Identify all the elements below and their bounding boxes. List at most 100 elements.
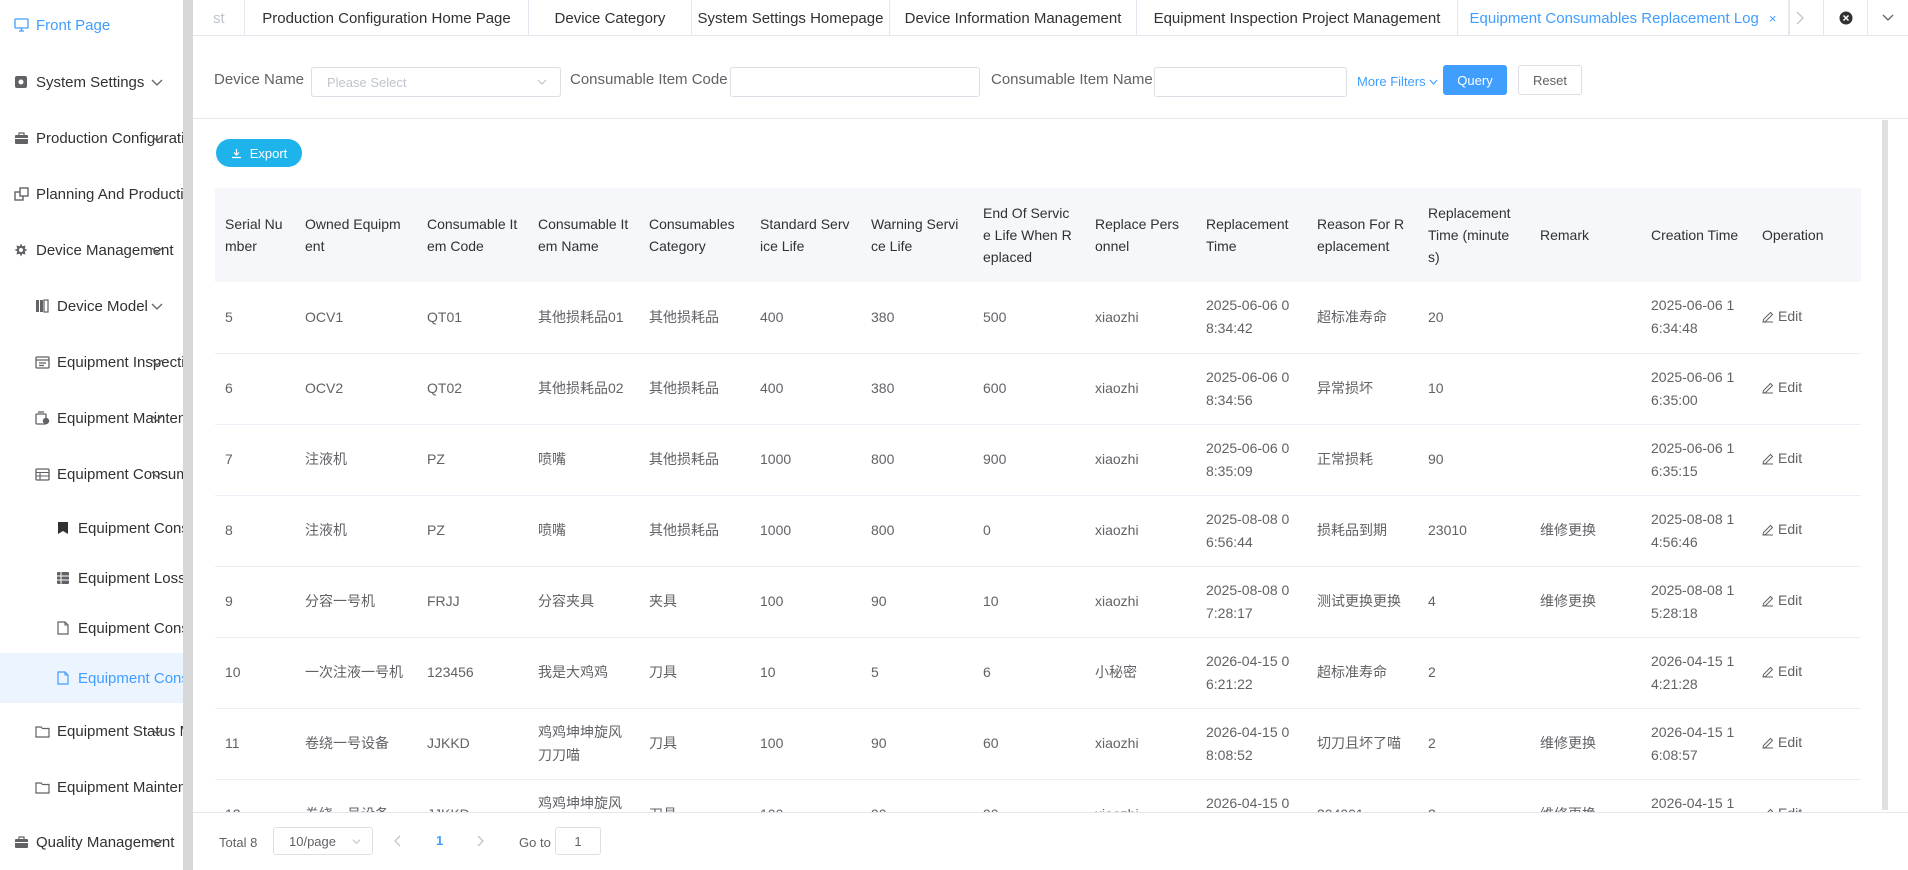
sidebar-item-equipment-status-management[interactable]: Equipment Status Management [0, 706, 183, 756]
sidebar-item-equipment-consumables[interactable]: Equipment Consumables [0, 503, 183, 553]
table-cell [1530, 353, 1641, 425]
tab-device-category[interactable]: Device Category [529, 0, 692, 36]
table-cell: xiaozhi [1085, 495, 1196, 567]
edit-button[interactable]: Edit [1762, 731, 1802, 754]
device-name-label: Device Name [214, 71, 305, 88]
table-cell: 2026-04-15 08:08:52 [1196, 708, 1307, 780]
item-code-input[interactable] [730, 67, 980, 97]
sidebar-item-label: Equipment Inspection [57, 353, 183, 371]
column-header: Replacement Time [1196, 188, 1307, 282]
sidebar-item-label: System Settings [36, 73, 145, 91]
edit-icon [1762, 382, 1774, 394]
table-cell [1530, 282, 1641, 354]
sidebar-scrollbar[interactable] [183, 0, 193, 870]
table-cell: 800 [861, 495, 973, 567]
sidebar-item-equipment-consumables[interactable]: Equipment Consumables [0, 449, 183, 499]
edit-button[interactable]: Edit [1762, 660, 1802, 683]
table-cell: 小秘密 [1085, 637, 1196, 709]
chevron-down-icon [151, 728, 163, 735]
consumables-log-table: Serial Number Owned Equipment Consumable I… [215, 188, 1861, 812]
edit-button[interactable]: Edit [1762, 802, 1802, 812]
page-number-current[interactable]: 1 [436, 833, 443, 848]
table-row: 7 注液机 PZ 喷嘴 其他损耗品 1000 800 900 xiaozhi 2025-06-06… [215, 424, 1861, 496]
table-cell: 其他损耗品 [639, 353, 750, 425]
pagination: Total 8 10/page 1 Go to 1 [193, 812, 1908, 870]
close-all-tabs-button[interactable] [1823, 0, 1867, 36]
edit-button[interactable]: Edit [1762, 376, 1802, 399]
item-name-input[interactable] [1154, 67, 1347, 97]
tab-scroll-right-button[interactable] [1789, 0, 1809, 36]
table-cell: 刀具 [639, 779, 750, 812]
table-cell: 2025-06-06 16:35:15 [1641, 424, 1752, 496]
edit-button[interactable]: Edit [1762, 589, 1802, 612]
table-cell: 0 [973, 495, 1085, 567]
table-cell: 维修更换 [1530, 779, 1641, 812]
column-header: Replacement Time (minutes) [1418, 188, 1530, 282]
sidebar-item-equipment-inspection[interactable]: Equipment Inspection [0, 337, 183, 387]
tab-label: Production Configuration Home Page [262, 9, 511, 27]
table-cell: 测试更换更换 [1307, 566, 1418, 638]
sidebar-item-front-page[interactable]: Front Page [0, 0, 183, 50]
goto-page-input[interactable]: 1 [555, 827, 601, 855]
table-cell: 刀具 [639, 637, 750, 709]
table-cell: 切刀且坏了喵 [1307, 708, 1418, 780]
chevron-down-icon [151, 359, 163, 366]
tab-production-configuration-home-page[interactable]: Production Configuration Home Page [245, 0, 529, 36]
table-cell: 2025-08-08 06:56:44 [1196, 495, 1307, 567]
export-button[interactable]: Export [216, 139, 302, 167]
sidebar-item-equipment-loss-items[interactable]: Equipment Loss Items [0, 553, 183, 603]
table-cell: 卷绕一号设备 [295, 708, 417, 780]
table-header-row: Serial Number Owned Equipment Consumable I… [215, 188, 1861, 282]
table-cell: 一次注液一号机 [295, 637, 417, 709]
briefcase-icon [13, 834, 29, 850]
tab-st[interactable]: st [193, 0, 245, 36]
table-cell: 100 [750, 779, 861, 812]
gear-icon [13, 242, 29, 258]
content-scrollbar[interactable] [1882, 120, 1888, 810]
tab-close-icon[interactable]: × [1769, 11, 1777, 26]
tab-menu-dropdown[interactable] [1867, 0, 1908, 36]
device-name-placeholder: Please Select [327, 74, 407, 90]
tab-equipment-consumables-replacement-log[interactable]: Equipment Consumables Replacement Log × [1458, 0, 1789, 36]
table-cell: 600 [973, 353, 1085, 425]
next-page-button[interactable] [475, 834, 485, 848]
tab-device-information-management[interactable]: Device Information Management [890, 0, 1137, 36]
column-header: Remark [1530, 188, 1641, 282]
sidebar-item-device-model[interactable]: Device Model [0, 281, 183, 331]
sidebar-item-label: Equipment Consumables [78, 519, 183, 537]
tab-system-settings-homepage[interactable]: System Settings Homepage [692, 0, 890, 36]
more-filters-link[interactable]: More Filters [1357, 74, 1438, 89]
briefcase-icon [13, 130, 29, 146]
sidebar-item-quality-management[interactable]: Quality Management [0, 817, 183, 867]
sidebar-item-equipment-consumables[interactable]: Equipment Consumables [0, 653, 183, 703]
edit-button[interactable]: Edit [1762, 518, 1802, 541]
sidebar-item-label: Planning And Production [36, 185, 183, 203]
sidebar-item-device-management[interactable]: Device Management [0, 225, 183, 275]
table-cell: 刀具 [639, 708, 750, 780]
page-size-select[interactable]: 10/page [273, 827, 373, 855]
prev-page-button[interactable] [393, 834, 403, 848]
table-cell: 10 [750, 637, 861, 709]
sidebar-item-equipment-maintenance[interactable]: Equipment Maintenance [0, 762, 183, 812]
table-cell: PZ [417, 495, 528, 567]
edit-icon [1762, 311, 1774, 323]
table-cell: 维修更换 [1530, 708, 1641, 780]
table-row: 12卷绕一号设备JJKKD鸡鸡坤坤旋风刀刀喵刀具1009090xiaozhi20… [215, 779, 1861, 812]
query-button[interactable]: Query [1443, 65, 1507, 95]
table-cell: 1000 [750, 424, 861, 496]
edit-button[interactable]: Edit [1762, 305, 1802, 328]
tab-equipment-inspection-project-management[interactable]: Equipment Inspection Project Management [1137, 0, 1458, 36]
reset-button[interactable]: Reset [1518, 65, 1582, 95]
chevron-down-icon [151, 839, 163, 846]
sidebar-item-equipment-maintenance[interactable]: Equipment Maintenance [0, 393, 183, 443]
sidebar-item-system-settings[interactable]: System Settings [0, 57, 183, 107]
goto-label: Go to [519, 835, 551, 850]
sidebar-item-planning-and-production[interactable]: Planning And Production [0, 169, 183, 219]
edit-button[interactable]: Edit [1762, 447, 1802, 470]
device-name-select[interactable]: Please Select [311, 67, 561, 97]
sidebar-item-production-configuration[interactable]: Production Configuration [0, 113, 183, 163]
column-header: Serial Number [215, 188, 295, 282]
table-row: 11 卷绕一号设备 JJKKD 鸡鸡坤坤旋风刀刀喵 刀具 100 90 60 xiaozhi 20… [215, 708, 1861, 780]
table-cell: PZ [417, 424, 528, 496]
sidebar-item-equipment-consumables[interactable]: Equipment Consumables [0, 603, 183, 653]
